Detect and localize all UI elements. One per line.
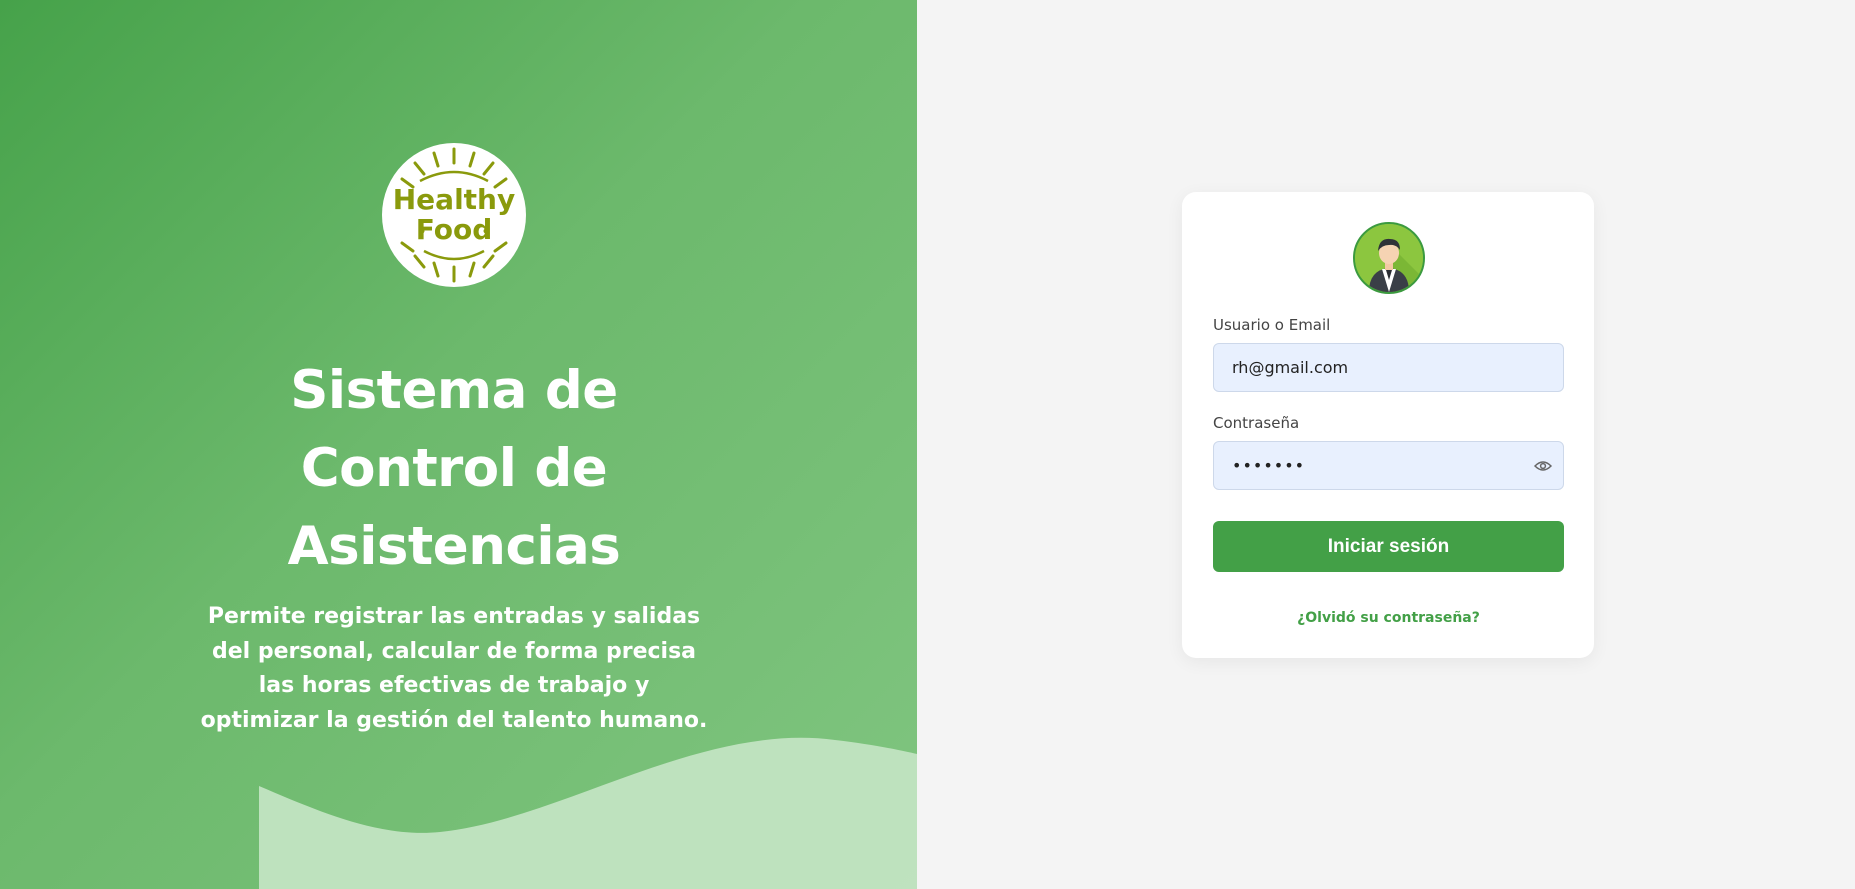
username-label: Usuario o Email [1213, 316, 1331, 334]
password-label: Contraseña [1213, 414, 1300, 432]
title-line: Sistema de [290, 360, 618, 421]
page-title: Sistema de Control de Asistencias [209, 352, 699, 586]
login-panel: Usuario o Email Contraseña Iniciar sesió… [917, 0, 1855, 889]
description-line: del personal, calcular de forma precisa [211, 638, 697, 664]
username-input[interactable] [1213, 343, 1564, 392]
eye-icon[interactable] [1532, 455, 1554, 477]
user-avatar-icon [1353, 222, 1425, 294]
description-line: optimizar la gestión del talento humano. [200, 707, 708, 733]
description-line: Permite registrar las entradas y salidas [207, 604, 701, 629]
title-line: Control de [300, 438, 608, 499]
sun-rays-icon: Healthy Food [393, 147, 516, 283]
hero-content: Healthy Food Sistema de Control de Asist… [0, 0, 917, 889]
password-input[interactable] [1213, 441, 1564, 490]
logo-text-healthy: Healthy [393, 183, 516, 216]
login-card: Usuario o Email Contraseña Iniciar sesió… [1182, 192, 1594, 658]
login-button[interactable]: Iniciar sesión [1213, 521, 1564, 572]
description-line: las horas efectivas de trabajo y [258, 673, 650, 698]
hero-panel: Healthy Food Sistema de Control de Asist… [0, 0, 917, 889]
login-page: Healthy Food Sistema de Control de Asist… [0, 0, 1855, 889]
forgot-password-link[interactable]: ¿Olvidó su contraseña? [1213, 610, 1564, 626]
logo-text-food: Food [416, 213, 493, 246]
title-line: Asistencias [287, 516, 621, 577]
healthy-food-logo: Healthy Food [382, 143, 526, 287]
hero-description: Permite registrar las entradas y salidas… [190, 600, 718, 738]
